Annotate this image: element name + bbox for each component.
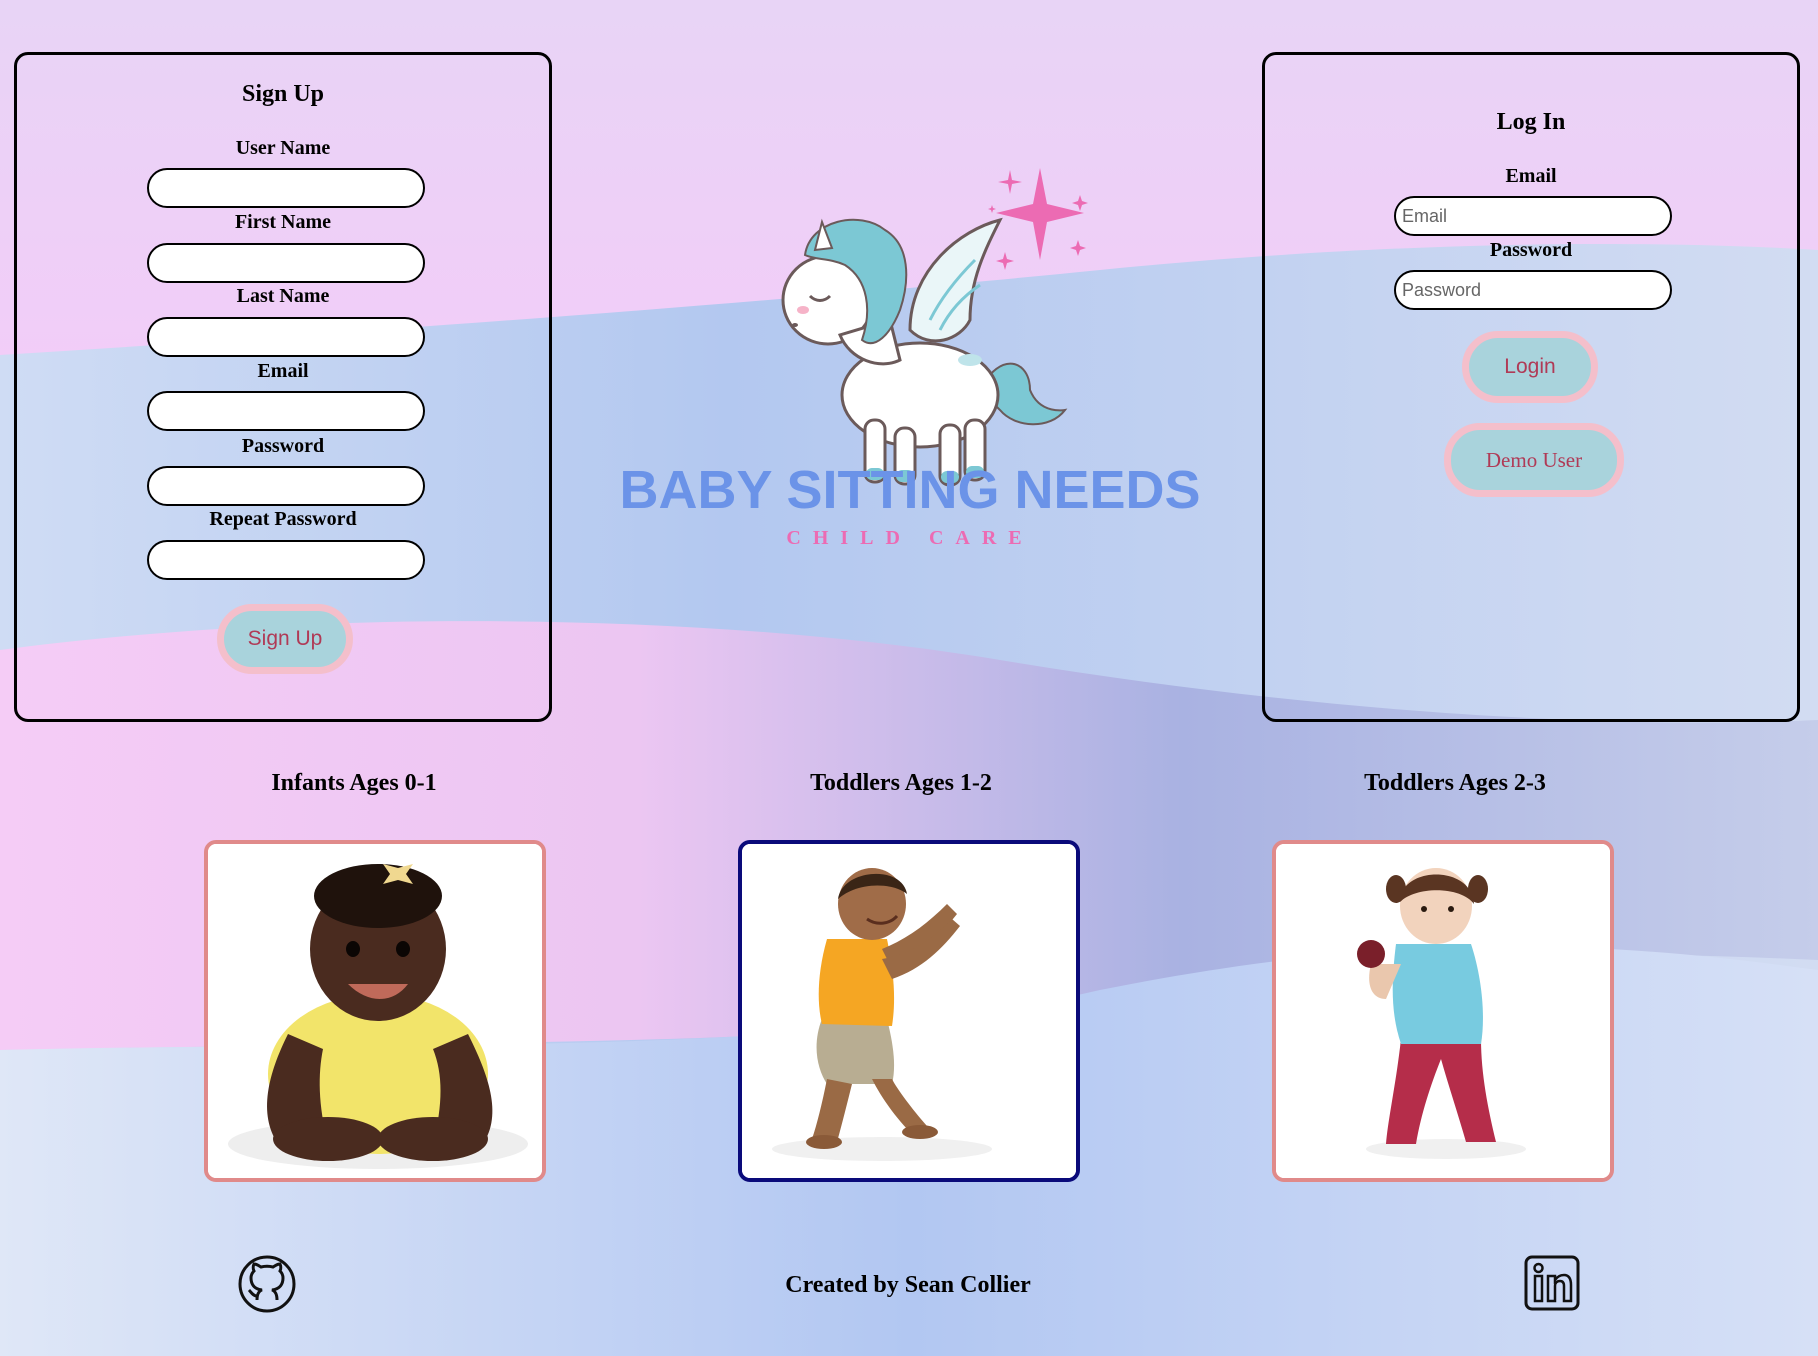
signup-button[interactable]: Sign Up — [217, 604, 353, 674]
repeat-password-label: Repeat Password — [209, 508, 357, 530]
password-label: Password — [241, 435, 325, 457]
first-name-input[interactable] — [147, 243, 425, 283]
toddler-2-3-photo — [1272, 840, 1614, 1182]
username-input[interactable] — [147, 168, 425, 208]
github-link[interactable] — [237, 1254, 297, 1314]
last-name-input[interactable] — [147, 317, 425, 357]
toddler-1-2-photo — [738, 840, 1080, 1182]
linkedin-link[interactable] — [1523, 1254, 1581, 1312]
footer-credit: Created by Sean Collier — [785, 1272, 1031, 1298]
logo-subtitle: CHILD CARE — [786, 527, 1034, 549]
login-email-input[interactable] — [1394, 196, 1672, 236]
signup-form: Sign Up User Name First Name Last Name E… — [14, 52, 552, 722]
linkedin-icon — [1524, 1255, 1580, 1311]
last-name-label: Last Name — [236, 285, 330, 307]
login-title: Log In — [1496, 109, 1566, 135]
signup-title: Sign Up — [241, 81, 325, 107]
email-label: Email — [257, 360, 309, 382]
login-password-input[interactable] — [1394, 270, 1672, 310]
first-name-label: First Name — [234, 211, 332, 233]
login-button[interactable]: Login — [1462, 331, 1598, 403]
login-email-label: Email — [1505, 165, 1557, 187]
password-input[interactable] — [147, 466, 425, 506]
logo-title: BABY SITTING NEEDS — [619, 460, 1201, 520]
toddlers-2-3-title: Toddlers Ages 2-3 — [1364, 770, 1546, 796]
repeat-password-input[interactable] — [147, 540, 425, 580]
github-icon — [238, 1255, 296, 1313]
infants-title: Infants Ages 0-1 — [271, 770, 437, 796]
infant-photo — [204, 840, 546, 1182]
email-input[interactable] — [147, 391, 425, 431]
login-password-label: Password — [1489, 239, 1573, 261]
username-label: User Name — [235, 137, 331, 159]
toddlers-1-2-title: Toddlers Ages 1-2 — [810, 770, 992, 796]
demo-user-button[interactable]: Demo User — [1444, 423, 1624, 497]
login-form: Log In Email Password Login Demo User — [1262, 52, 1800, 722]
